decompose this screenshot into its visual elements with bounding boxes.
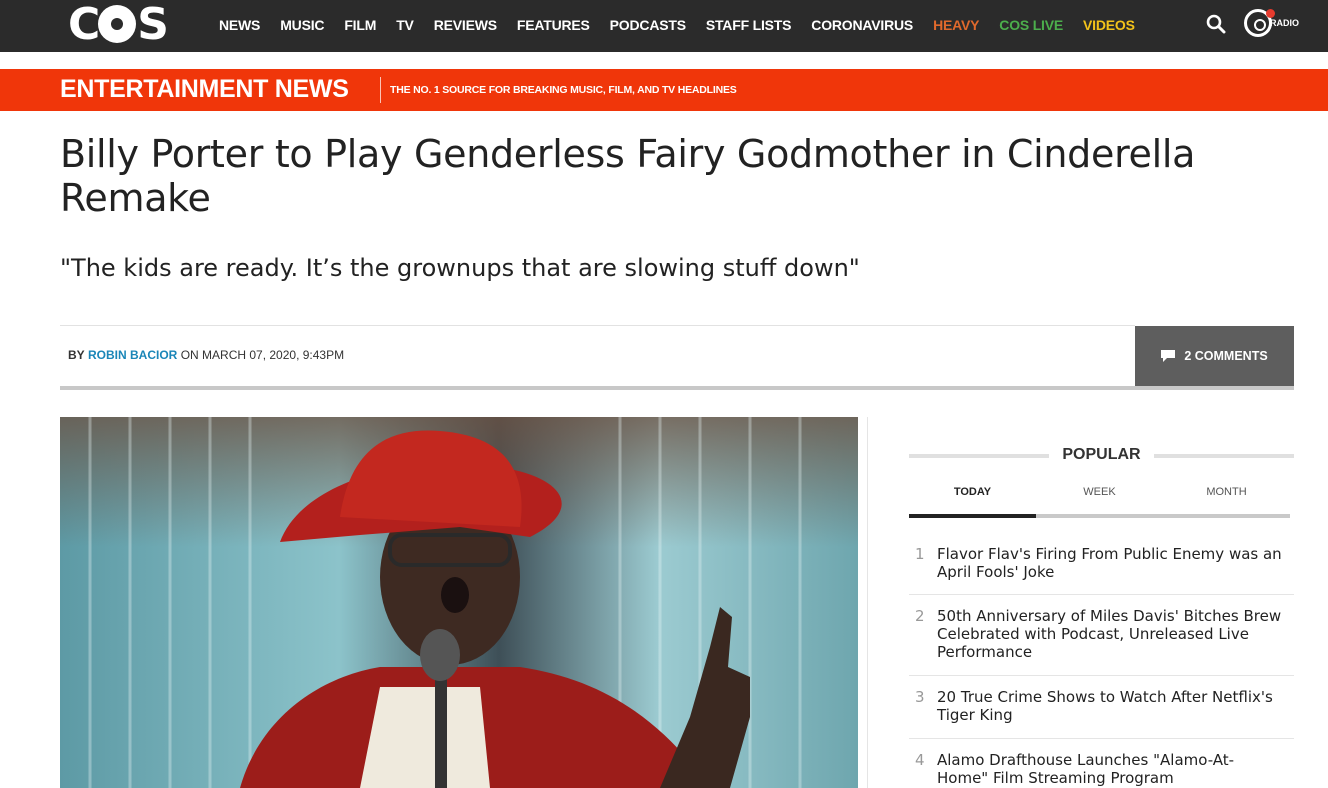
nav-coronavirus[interactable]: CORONAVIRUS: [811, 17, 913, 33]
tab-today[interactable]: TODAY: [909, 486, 1036, 498]
hero-image[interactable]: [60, 417, 858, 788]
popular-tabs: TODAY WEEK MONTH: [909, 486, 1290, 520]
column-divider: [867, 417, 868, 788]
nav-tv[interactable]: TV: [396, 17, 414, 33]
radio-button[interactable]: RADIO: [1244, 9, 1299, 37]
popular-item-1[interactable]: 1 Flavor Flav's Firing From Public Enemy…: [909, 545, 1294, 595]
section-tagline: THE NO. 1 SOURCE FOR BREAKING MUSIC, FIL…: [390, 84, 737, 96]
author-link[interactable]: ROBIN BACIOR: [88, 348, 177, 362]
comment-bubble-icon: [1161, 349, 1176, 362]
byline: BY ROBIN BACIOR ON MARCH 07, 2020, 9:43P…: [68, 348, 344, 362]
popular-title: POPULAR: [1062, 446, 1141, 463]
section-banner: ENTERTAINMENT NEWS THE NO. 1 SOURCE FOR …: [0, 69, 1328, 111]
popular-rank: 3: [915, 688, 925, 706]
nav-film[interactable]: FILM: [344, 17, 376, 33]
nav-features[interactable]: FEATURES: [517, 17, 590, 33]
meta-divider-top: [60, 325, 1135, 326]
comments-button[interactable]: 2 COMMENTS: [1135, 326, 1294, 386]
tab-month[interactable]: MONTH: [1163, 486, 1290, 498]
popular-item-4[interactable]: 4 Alamo Drafthouse Launches "Alamo-At-Ho…: [909, 751, 1294, 788]
popular-rank: 1: [915, 545, 925, 563]
nav-videos[interactable]: VIDEOS: [1083, 17, 1135, 33]
popular-item-title[interactable]: Alamo Drafthouse Launches "Alamo-At-Home…: [937, 751, 1282, 787]
meta-divider-bottom: [60, 386, 1294, 390]
article-subtitle: "The kids are ready. It’s the grownups t…: [60, 254, 860, 282]
nav-heavy[interactable]: HEAVY: [933, 17, 979, 33]
comments-count: 2 COMMENTS: [1184, 349, 1268, 363]
popular-item-title[interactable]: 20 True Crime Shows to Watch After Netfl…: [937, 688, 1282, 724]
man-in-red-hat-singing-photo: [60, 417, 858, 788]
popular-item-title[interactable]: 50th Anniversary of Miles Davis' Bitches…: [937, 607, 1282, 661]
byline-prefix: BY: [68, 348, 85, 362]
logo-disc-icon: [98, 5, 137, 43]
popular-item-3[interactable]: 3 20 True Crime Shows to Watch After Net…: [909, 688, 1294, 739]
section-title[interactable]: ENTERTAINMENT NEWS: [60, 75, 349, 104]
radio-label: RADIO: [1270, 18, 1299, 28]
cos-logo[interactable]: C S: [68, 0, 169, 50]
popular-item-title[interactable]: Flavor Flav's Firing From Public Enemy w…: [937, 545, 1282, 581]
popular-rank: 2: [915, 607, 925, 625]
radio-record-icon: [1244, 9, 1275, 37]
logo-letter-s: S: [137, 0, 169, 50]
nav-podcasts[interactable]: PODCASTS: [610, 17, 686, 33]
popular-item-2[interactable]: 2 50th Anniversary of Miles Davis' Bitch…: [909, 607, 1294, 676]
nav-reviews[interactable]: REVIEWS: [434, 17, 497, 33]
nav-news[interactable]: NEWS: [219, 17, 260, 33]
banner-divider: [380, 77, 381, 103]
popular-header: POPULAR: [909, 444, 1294, 466]
nav-staff-lists[interactable]: STAFF LISTS: [706, 17, 792, 33]
popular-rank: 4: [915, 751, 925, 769]
nav-music[interactable]: MUSIC: [280, 17, 324, 33]
tab-week[interactable]: WEEK: [1036, 486, 1163, 498]
search-icon[interactable]: [1206, 14, 1226, 34]
main-menu: NEWS MUSIC FILM TV REVIEWS FEATURES PODC…: [219, 0, 1155, 50]
publish-date: ON MARCH 07, 2020, 9:43PM: [180, 348, 345, 362]
tab-active-indicator: [909, 514, 1036, 518]
article-headline: Billy Porter to Play Genderless Fairy Go…: [60, 132, 1196, 220]
nav-cos-live[interactable]: COS LIVE: [999, 17, 1063, 33]
top-navigation-bar: C S NEWS MUSIC FILM TV REVIEWS FEATURES …: [0, 0, 1328, 52]
logo-letter-c: C: [68, 0, 100, 50]
